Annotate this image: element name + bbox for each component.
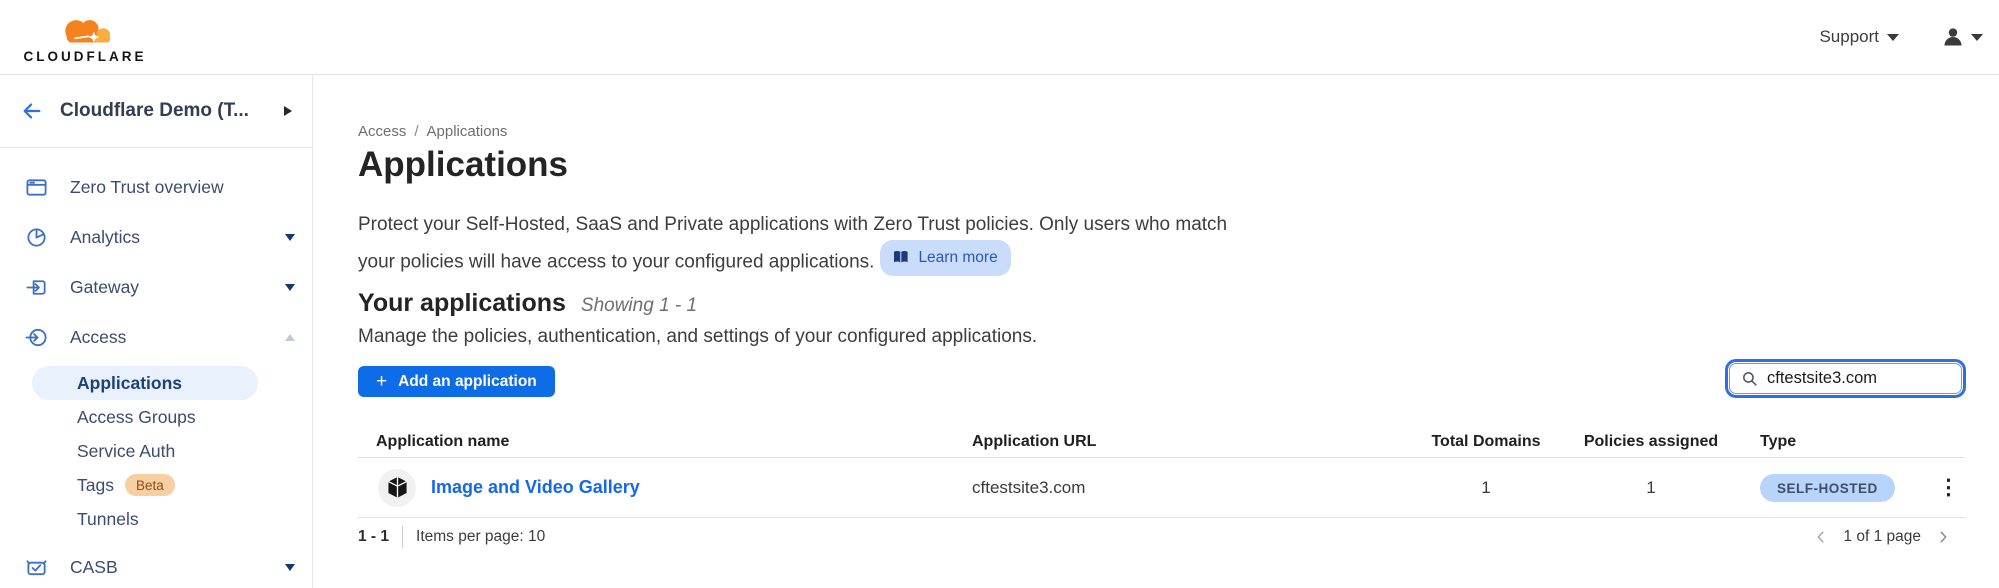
cloudflare-cloud-icon <box>51 14 119 48</box>
learn-more-label: Learn more <box>918 243 997 273</box>
page-status: 1 of 1 page <box>1843 528 1921 546</box>
chevron-down-icon <box>285 564 295 571</box>
support-label: Support <box>1819 27 1879 47</box>
prev-page-icon[interactable] <box>1813 529 1829 545</box>
application-avatar <box>378 469 416 507</box>
casb-check-box-icon <box>25 556 48 579</box>
breadcrumb: Access / Applications <box>358 123 507 140</box>
page-description: Protect your Self-Hosted, SaaS and Priva… <box>358 210 1242 276</box>
account-name: Cloudflare Demo (T... <box>60 100 284 122</box>
page-description-text: Protect your Self-Hosted, SaaS and Priva… <box>358 214 1227 272</box>
chevron-down-icon <box>285 234 295 241</box>
app-cube-icon <box>387 476 408 499</box>
breadcrumb-separator: / <box>414 123 418 140</box>
sidebar-item-label: Access <box>70 327 126 348</box>
pagination-divider <box>402 526 403 548</box>
sidebar-item-analytics[interactable]: Analytics <box>0 212 312 262</box>
type-badge: SELF-HOSTED <box>1760 474 1895 502</box>
total-domains-value: 1 <box>1430 478 1542 498</box>
sidebar-item-access-groups[interactable]: Access Groups <box>0 400 312 434</box>
page-title: Applications <box>358 145 568 185</box>
beta-badge: Beta <box>125 474 175 497</box>
sidebar-item-tunnels[interactable]: Tunnels <box>0 502 312 536</box>
search-icon <box>1741 370 1758 387</box>
sidebar-item-service-auth[interactable]: Service Auth <box>0 434 312 468</box>
sidebar-item-label: CASB <box>70 557 118 578</box>
access-login-icon <box>25 326 48 349</box>
chevron-down-icon <box>1887 34 1899 41</box>
table-header-row: Application name Application URL Total D… <box>358 427 1965 458</box>
sidebar-item-label: Zero Trust overview <box>70 177 224 198</box>
account-selector: Cloudflare Demo (T... <box>0 75 312 148</box>
chevron-down-icon <box>285 284 295 291</box>
chevron-up-icon <box>285 334 295 341</box>
section-header: Your applications Showing 1 - 1 <box>358 289 697 318</box>
sidebar-item-label: Applications <box>77 373 182 394</box>
column-total-domains: Total Domains <box>1430 433 1542 451</box>
sidebar-item-label: Service Auth <box>77 441 175 462</box>
gateway-icon <box>25 276 48 299</box>
sidebar-nav: Zero Trust overview Analytics Gateway <box>0 148 312 588</box>
plus-icon: + <box>376 372 387 391</box>
column-type: Type <box>1760 433 1938 451</box>
book-icon <box>893 250 910 265</box>
showing-count: Showing 1 - 1 <box>581 295 697 317</box>
next-page-icon[interactable] <box>1935 529 1951 545</box>
application-url: cftestsite3.com <box>972 478 1430 498</box>
items-per-page[interactable]: Items per page: 10 <box>416 528 545 546</box>
column-application-name: Application name <box>358 433 972 451</box>
cloudflare-wordmark: CLOUDFLARE <box>24 49 147 64</box>
add-application-label: Add an application <box>398 373 537 391</box>
overview-window-icon <box>25 176 48 199</box>
search-box <box>1729 363 1962 394</box>
pagination-range: 1 - 1 <box>358 528 389 546</box>
table-row: Image and Video Gallery cftestsite3.com … <box>358 458 1965 518</box>
row-actions-kebab-icon[interactable]: ⋮ <box>1938 477 1971 498</box>
breadcrumb-access[interactable]: Access <box>358 123 406 140</box>
access-subnav: Applications Access Groups Service Auth … <box>0 366 312 536</box>
sidebar-item-access[interactable]: Access <box>0 312 312 362</box>
user-menu[interactable] <box>1941 25 1983 49</box>
sidebar-item-label: Gateway <box>70 277 139 298</box>
chevron-down-icon <box>1971 34 1983 41</box>
section-title: Your applications <box>358 289 566 318</box>
policies-assigned-value: 1 <box>1542 478 1760 498</box>
main-content: Access / Applications Applications Prote… <box>358 75 1999 588</box>
pagination-bar: 1 - 1 Items per page: 10 1 of 1 page <box>358 519 1965 555</box>
sidebar-item-label: Access Groups <box>77 407 196 428</box>
sidebar-item-zero-trust-overview[interactable]: Zero Trust overview <box>0 162 312 212</box>
back-arrow-icon[interactable] <box>21 100 43 122</box>
application-name-link[interactable]: Image and Video Gallery <box>431 477 640 498</box>
applications-table: Application name Application URL Total D… <box>358 427 1965 518</box>
cloudflare-logo[interactable]: CLOUDFLARE <box>18 10 152 64</box>
column-application-url: Application URL <box>972 433 1430 451</box>
sidebar-item-label: Analytics <box>70 227 140 248</box>
search-input[interactable] <box>1767 369 1951 388</box>
breadcrumb-applications[interactable]: Applications <box>427 123 508 140</box>
sidebar-item-tags[interactable]: Tags Beta <box>0 468 312 502</box>
sidebar-item-casb[interactable]: CASB <box>0 542 312 588</box>
sidebar-item-label: Tunnels <box>77 509 139 530</box>
add-application-button[interactable]: + Add an application <box>358 366 555 397</box>
sidebar-item-applications[interactable]: Applications <box>32 366 258 400</box>
support-menu[interactable]: Support <box>1819 27 1899 47</box>
sidebar: Cloudflare Demo (T... Zero Trust overvie… <box>0 75 313 588</box>
section-subtitle: Manage the policies, authentication, and… <box>358 326 1037 348</box>
analytics-pie-icon <box>25 226 48 249</box>
expand-account-icon[interactable] <box>284 106 292 116</box>
learn-more-button[interactable]: Learn more <box>880 240 1010 277</box>
user-icon <box>1941 25 1965 49</box>
sidebar-item-label: Tags <box>77 475 114 496</box>
sidebar-item-gateway[interactable]: Gateway <box>0 262 312 312</box>
column-policies-assigned: Policies assigned <box>1542 433 1760 451</box>
top-bar: CLOUDFLARE Support <box>0 0 1999 75</box>
